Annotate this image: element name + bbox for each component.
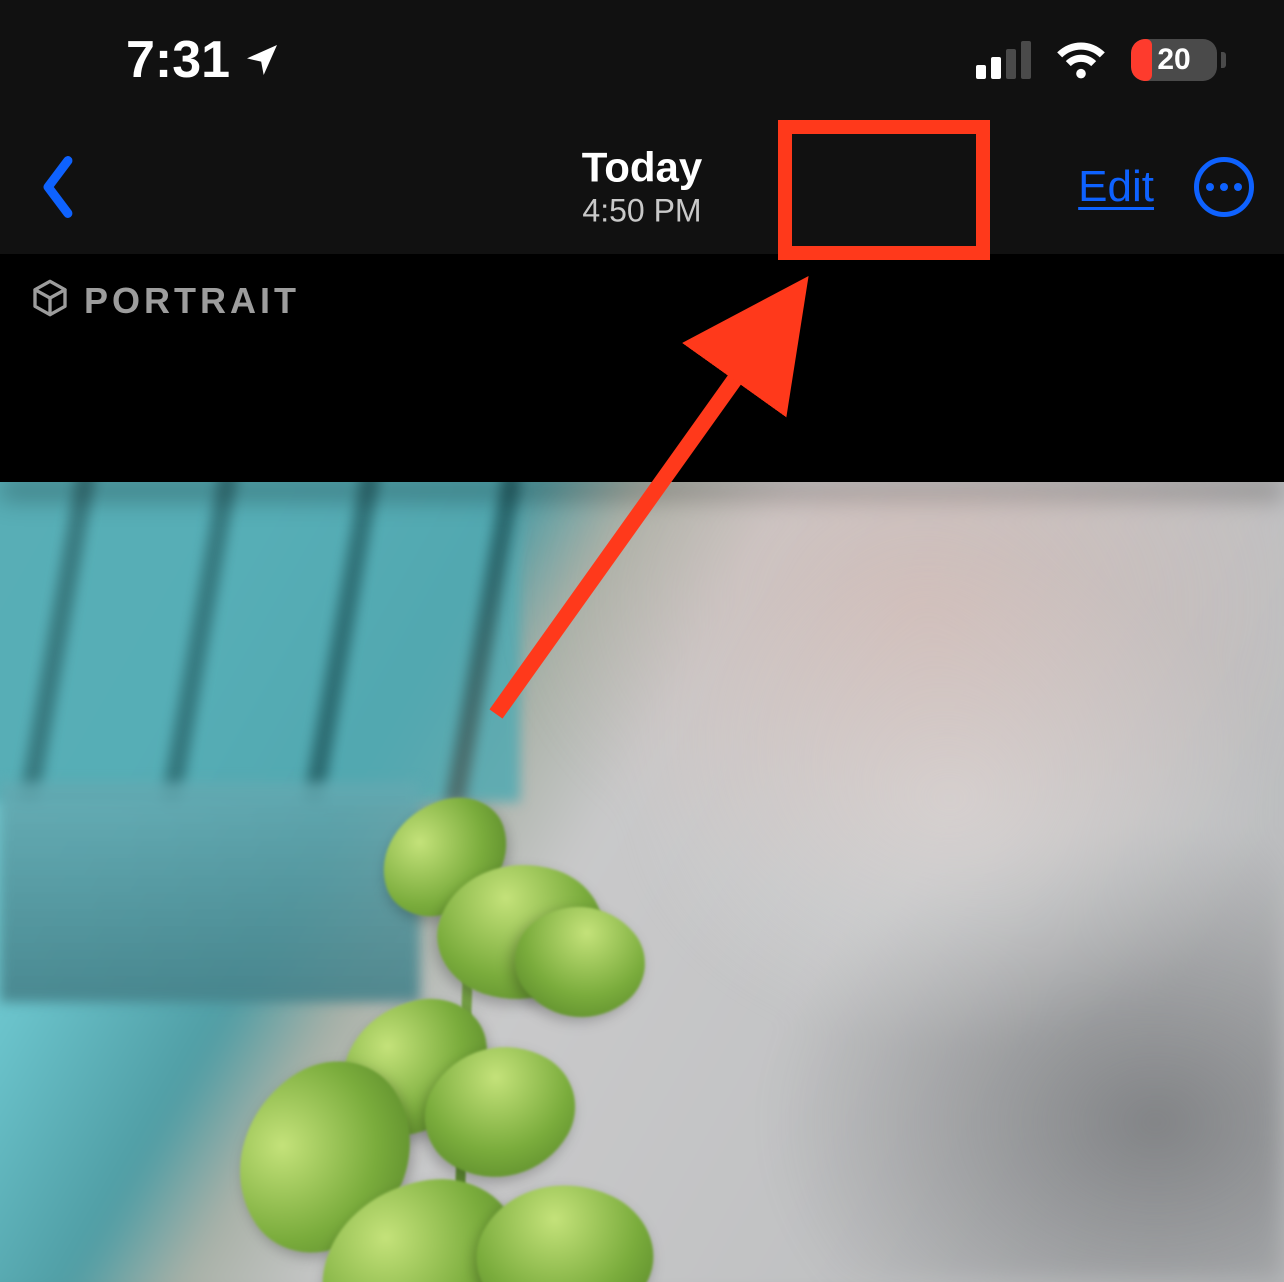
nav-actions: Edit [1078,157,1254,217]
nav-title: Today 4:50 PM [582,144,703,231]
edit-button[interactable]: Edit [1078,162,1154,212]
nav-title-time: 4:50 PM [582,192,703,230]
status-time: 7:31 [126,30,230,90]
more-button[interactable] [1194,157,1254,217]
battery-percent: 20 [1131,43,1217,77]
location-icon [242,40,282,80]
chevron-left-icon [36,154,80,220]
ellipsis-icon [1206,183,1214,191]
annotation-highlight [778,120,990,260]
wifi-icon [1055,40,1107,80]
nav-title-primary: Today [582,144,703,192]
status-bar: 7:31 20 [0,0,1284,120]
photo-viewer[interactable] [0,482,1284,1282]
portrait-label: PORTRAIT [84,280,300,322]
status-right: 20 [976,39,1226,81]
cellular-signal-icon [976,41,1031,79]
content-area: PORTRAIT [0,254,1284,1282]
back-button[interactable] [36,154,116,220]
nav-bar: Today 4:50 PM Edit [0,120,1284,254]
battery-indicator: 20 [1131,39,1226,81]
cube-icon [30,278,70,323]
portrait-badge: PORTRAIT [30,278,300,323]
status-left: 7:31 [126,30,282,90]
